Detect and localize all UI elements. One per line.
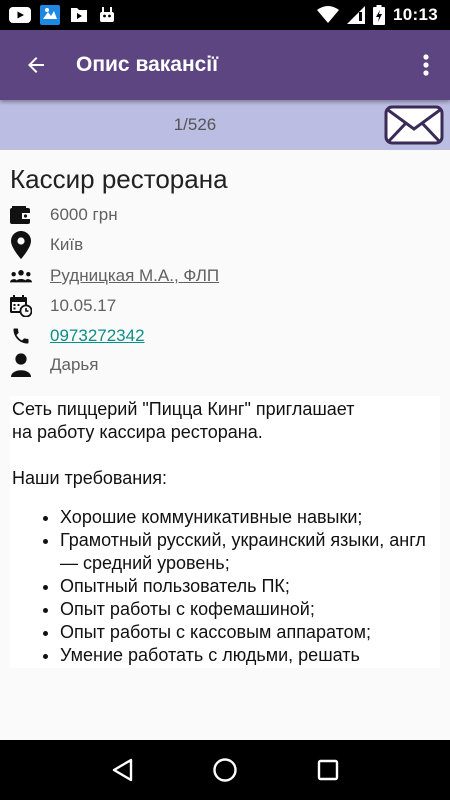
triangle-back-icon [112, 758, 132, 782]
pager-bar: 1/526 [0, 100, 450, 150]
more-options-button[interactable] [402, 30, 450, 100]
wifi-icon [317, 6, 340, 23]
list-item: Опыт работы с кофемашиной; [60, 598, 440, 621]
vacancy-description: Сеть пиццерий "Пицца Кинг" приглашает на… [10, 396, 440, 668]
envelope-icon [384, 105, 444, 145]
list-item: Хорошие коммуникативные навыки; [60, 506, 440, 529]
nav-back-button[interactable] [92, 740, 152, 800]
person-icon [10, 353, 32, 377]
phone-link[interactable]: 0973272342 [50, 326, 145, 346]
arrow-left-icon [28, 57, 44, 73]
employer-link[interactable]: Рудницкая М.А., ФЛП [50, 266, 219, 286]
page-title: Опис вакансії [76, 53, 219, 76]
battery-icon [373, 5, 386, 25]
more-vert-icon [423, 54, 429, 76]
date-text: 10.05.17 [50, 296, 117, 315]
back-button[interactable] [0, 30, 72, 100]
system-nav-bar [0, 740, 450, 800]
vacancy-details: Кассир ресторана 6000 грн Київ Рудницкая… [0, 150, 450, 740]
contact-row: Дарья [10, 350, 99, 380]
signal-icon [347, 6, 366, 24]
app-icon [40, 5, 60, 25]
youtube-icon [9, 7, 31, 23]
status-time: 10:13 [393, 5, 438, 24]
city-row: Київ [10, 230, 83, 260]
job-title: Кассир ресторана [10, 164, 228, 194]
phone-icon [10, 324, 32, 348]
circle-home-icon [213, 758, 237, 782]
description-line: Сеть пиццерий "Пицца Кинг" приглашает [12, 399, 355, 419]
requirements-heading: Наши требования: [12, 468, 168, 488]
square-recents-icon [318, 759, 339, 781]
list-item: Опыт работы с кассовым аппаратом; [60, 621, 440, 644]
nav-recents-button[interactable] [298, 740, 358, 800]
app-bar: Опис вакансії [0, 30, 450, 100]
requirements-list: Хорошие коммуникативные навыки; Грамотны… [12, 506, 440, 667]
contact-person-text: Дарья [50, 355, 99, 374]
city-text: Київ [50, 235, 84, 254]
list-item: Грамотный русский, украинский языки, анг… [60, 529, 440, 575]
send-email-button[interactable] [384, 105, 444, 145]
phone-row: 0973272342 [10, 321, 145, 351]
description-line: на работу кассира ресторана. [12, 422, 263, 442]
play-store-icon [71, 8, 87, 22]
status-bar: 10:13 [0, 0, 450, 30]
salary-text: 6000 грн [50, 205, 118, 224]
list-item: Умение работать с людьми, решать [60, 644, 440, 667]
android-icon [100, 7, 114, 22]
salary-row: 6000 грн [10, 200, 118, 230]
pager-counter: 1/526 [173, 115, 217, 134]
list-item: Опытный пользователь ПК; [60, 575, 440, 598]
location-pin-icon [10, 231, 32, 259]
wallet-icon [10, 203, 32, 227]
calendar-clock-icon [10, 294, 32, 318]
employer-row: Рудницкая М.А., ФЛП [10, 261, 219, 291]
nav-home-button[interactable] [195, 740, 255, 800]
group-icon [10, 264, 32, 288]
date-row: 10.05.17 [10, 291, 116, 321]
